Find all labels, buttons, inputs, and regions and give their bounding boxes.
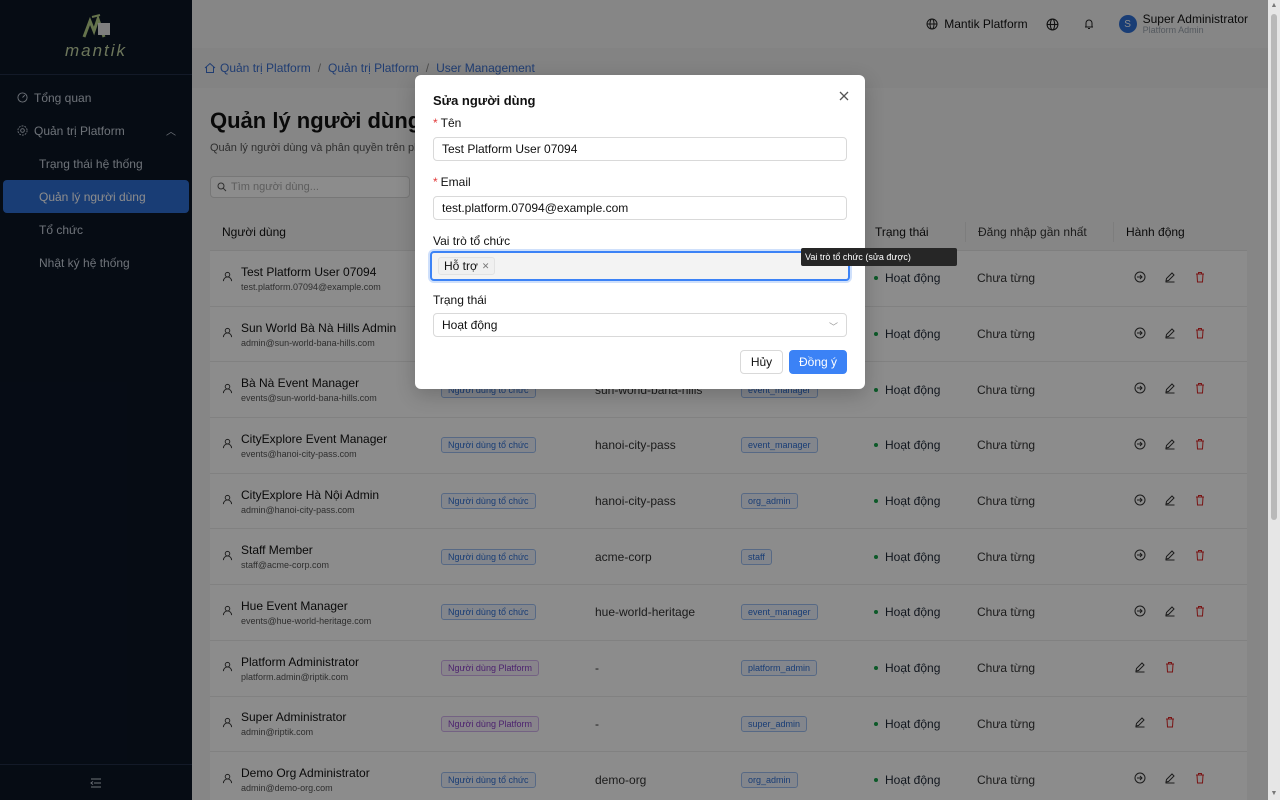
close-button[interactable] bbox=[837, 89, 851, 103]
status-field-label: Trạng thái bbox=[433, 293, 487, 307]
remove-chip-icon[interactable]: ✕ bbox=[482, 261, 490, 272]
ok-button[interactable]: Đồng ý bbox=[789, 350, 847, 374]
chevron-down-icon: ﹀ bbox=[828, 322, 838, 332]
required-mark: * bbox=[433, 175, 438, 189]
scroll-thumb[interactable] bbox=[1271, 14, 1277, 520]
scroll-up-arrow-icon[interactable]: ▲ bbox=[1270, 2, 1278, 10]
name-field-label: * Tên bbox=[433, 116, 461, 130]
org-role-field-label: Vai trò tổ chức bbox=[433, 234, 511, 248]
scroll-down-arrow-icon[interactable]: ▼ bbox=[1270, 790, 1278, 798]
cancel-button[interactable]: Hủy bbox=[740, 350, 783, 374]
close-icon bbox=[839, 91, 849, 101]
name-field[interactable]: Test Platform User 07094 bbox=[433, 137, 847, 161]
required-mark: * bbox=[433, 116, 438, 130]
status-select[interactable]: Hoạt động ﹀ bbox=[433, 313, 847, 337]
email-field-label: * Email bbox=[433, 175, 471, 189]
modal-title: Sửa người dùng bbox=[433, 93, 536, 108]
org-role-select[interactable]: Hỗ trợ ✕ ﹀ bbox=[430, 251, 850, 281]
edit-user-modal: Sửa người dùng * Tên Test Platform User 0… bbox=[415, 75, 865, 389]
page-scrollbar[interactable]: ▲ ▼ bbox=[1268, 0, 1280, 800]
name-label-text: Tên bbox=[440, 116, 462, 130]
email-field-value: test.platform.07094@example.com bbox=[442, 201, 629, 215]
role-chip: Hỗ trợ ✕ bbox=[438, 257, 496, 275]
status-select-value: Hoạt động bbox=[442, 318, 498, 332]
name-field-value: Test Platform User 07094 bbox=[442, 142, 578, 156]
role-chip-label: Hỗ trợ bbox=[444, 259, 478, 273]
tooltip: Vai trò tổ chức (sửa được) bbox=[801, 248, 957, 266]
email-label-text: Email bbox=[440, 175, 471, 189]
email-field[interactable]: test.platform.07094@example.com bbox=[433, 196, 847, 220]
